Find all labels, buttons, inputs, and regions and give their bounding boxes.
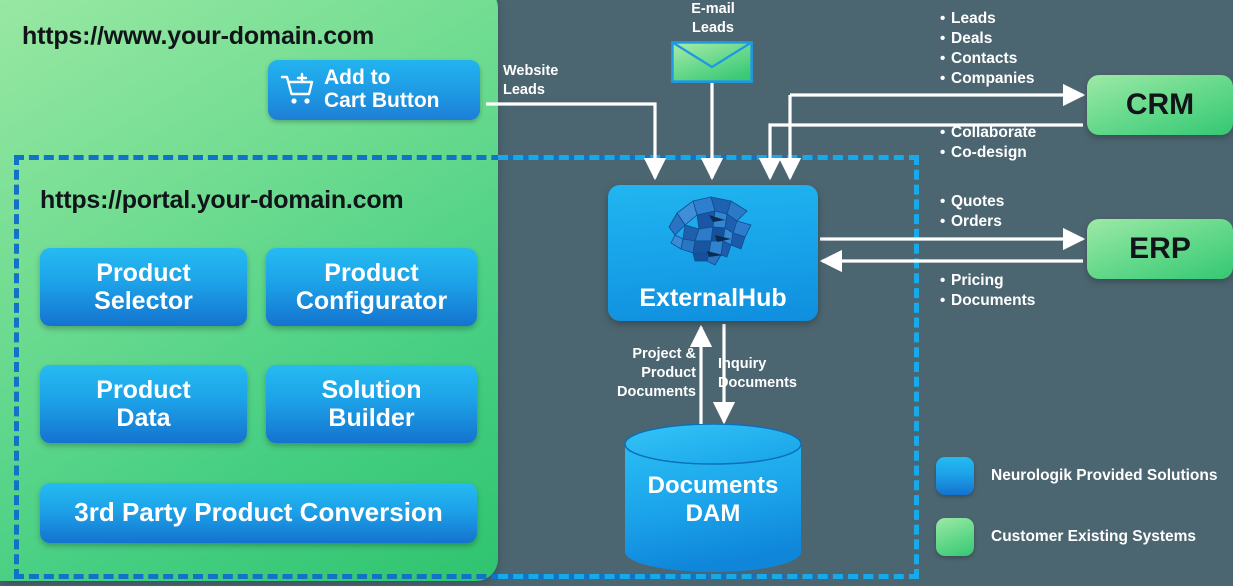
bullet-dot-icon: • (940, 69, 946, 87)
database-cylinder-icon (624, 423, 802, 572)
external-hub-node[interactable]: ExternalHub (608, 185, 818, 321)
bullet-dot-icon: • (940, 124, 946, 141)
list-item: • Companies (940, 69, 1035, 89)
erp-inbound-items: • Quotes • Orders (940, 192, 1004, 232)
list-item: • Contacts (940, 49, 1035, 69)
add-to-cart-label-line1: Add to (324, 66, 391, 90)
list-item: • Orders (940, 212, 1004, 232)
bullet-dot-icon: • (940, 291, 946, 309)
legend-item-customer: Customer Existing Systems (936, 518, 1196, 556)
list-item: • Collaborate (940, 123, 1036, 143)
portal-card-3rd-party-conversion[interactable]: 3rd Party Product Conversion (40, 483, 477, 543)
bullet-dot-icon: • (940, 143, 946, 161)
add-to-cart-icon (280, 72, 314, 104)
portal-card-solution-builder[interactable]: Solution Builder (266, 365, 477, 443)
bullet-dot-icon: • (940, 49, 946, 67)
crm-outbound-items: • Collaborate • Co-design (940, 123, 1036, 163)
documents-dam-node[interactable]: Documents DAM (623, 423, 803, 572)
crm-inbound-items: • Leads • Deals • Contacts • Companies (940, 9, 1035, 89)
legend-label: Neurologik Provided Solutions (991, 467, 1218, 484)
crm-system-node[interactable]: CRM (1087, 75, 1233, 135)
bullet-dot-icon: • (940, 272, 946, 289)
flow-label-website-leads: Website Leads (503, 63, 559, 98)
bullet-dot-icon: • (940, 29, 946, 47)
list-item-label: Quotes (951, 193, 1005, 210)
flow-label-email-leads: E-mail Leads (691, 1, 735, 36)
list-item: • Deals (940, 29, 1035, 49)
external-hub-label: ExternalHub (639, 284, 787, 312)
website-url-label: https://www.your-domain.com (22, 22, 375, 50)
diagram-canvas: https://www.your-domain.com Add to Cart … (0, 0, 1233, 586)
list-item: • Co-design (940, 143, 1036, 163)
legend-swatch-blue-icon (936, 457, 974, 495)
legend-label: Customer Existing Systems (991, 528, 1197, 545)
list-item-label: Pricing (951, 272, 1004, 289)
portal-url-label: https://portal.your-domain.com (40, 186, 404, 214)
list-item: • Documents (940, 291, 1035, 311)
brain-icon (668, 196, 752, 266)
list-item-label: Documents (951, 291, 1036, 309)
erp-system-node[interactable]: ERP (1087, 219, 1233, 279)
flow-label-inquiry-documents: Inquiry Documents (718, 356, 797, 391)
list-item-label: Leads (951, 10, 996, 27)
add-to-cart-label-line2: Cart Button (324, 89, 440, 112)
list-item: • Leads (940, 9, 1035, 29)
list-item: • Pricing (940, 271, 1035, 291)
list-item: • Quotes (940, 192, 1004, 212)
add-to-cart-label: Add to Cart Button (318, 67, 439, 112)
add-to-cart-button[interactable]: Add to Cart Button (268, 60, 480, 120)
list-item-label: Orders (951, 212, 1002, 230)
list-item-label: Co-design (951, 143, 1027, 161)
list-item-label: Contacts (951, 49, 1018, 67)
legend-swatch-green-icon (936, 518, 974, 556)
portal-card-product-configurator[interactable]: Product Configurator (266, 248, 477, 326)
list-item-label: Deals (951, 29, 993, 47)
portal-card-product-selector[interactable]: Product Selector (40, 248, 247, 326)
list-item-label: Companies (951, 69, 1035, 87)
bullet-dot-icon: • (940, 10, 946, 27)
flow-label-project-product-documents: Project & Product Documents (617, 346, 696, 400)
bullet-dot-icon: • (940, 212, 946, 230)
envelope-icon[interactable] (671, 41, 753, 83)
erp-outbound-items: • Pricing • Documents (940, 271, 1035, 311)
legend-item-neurologik: Neurologik Provided Solutions (936, 457, 1218, 495)
list-item-label: Collaborate (951, 124, 1037, 141)
portal-card-product-data[interactable]: Product Data (40, 365, 247, 443)
bullet-dot-icon: • (940, 193, 946, 210)
